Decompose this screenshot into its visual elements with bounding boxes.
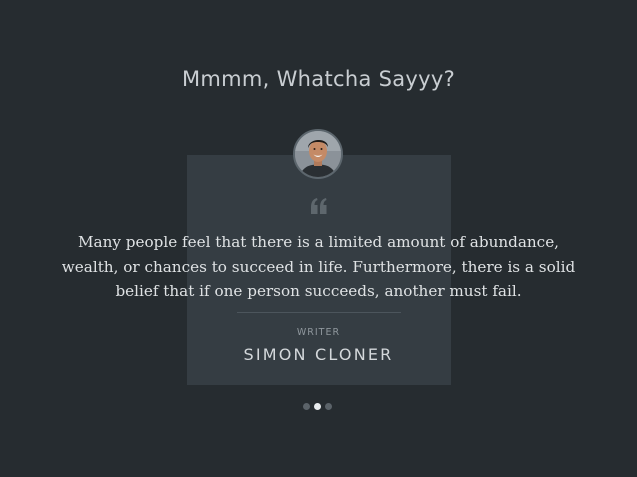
divider	[237, 312, 401, 313]
testimonial-quote: Many people feel that there is a limited…	[61, 233, 576, 300]
pager-dot-1[interactable]	[303, 403, 310, 410]
pager-dot-3[interactable]	[325, 403, 332, 410]
section-title: Mmmm, Whatcha Sayyy?	[181, 67, 456, 91]
pager-dot-2[interactable]	[314, 403, 321, 410]
author-avatar	[293, 129, 343, 179]
avatar-portrait-image	[295, 131, 341, 177]
carousel-pager	[303, 403, 332, 410]
quote-icon	[311, 198, 327, 214]
author-role: WRITER	[296, 327, 341, 338]
author-name: SIMON CLONER	[243, 345, 394, 364]
